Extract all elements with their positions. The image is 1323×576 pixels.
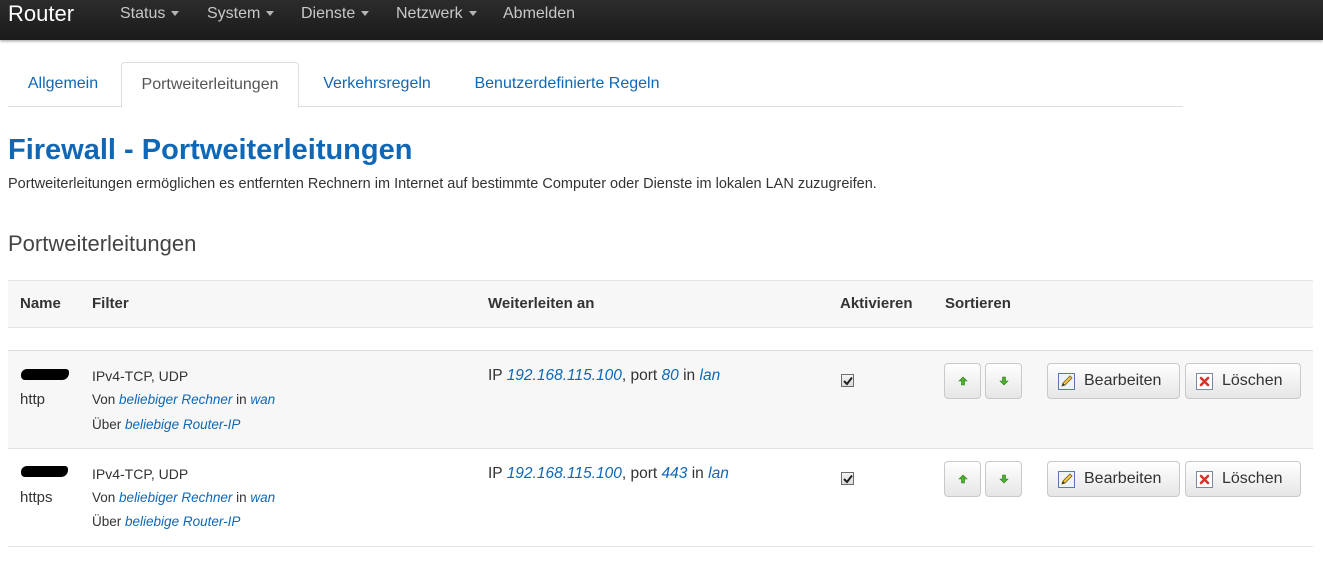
forward-target: IP 192.168.115.100, port 443 in lan [488,465,729,482]
move-down-button[interactable] [985,461,1022,497]
filter-from: Von beliebiger Rechner in wan [92,392,276,407]
nav-status[interactable]: Status [120,0,180,28]
edit-icon [1058,373,1075,390]
arrow-down-icon [999,474,1009,484]
from-zone-link[interactable]: wan [250,490,275,505]
forward-zone-link[interactable]: lan [700,367,721,384]
delete-button[interactable]: Löschen [1185,461,1301,497]
from-zone-link[interactable]: wan [250,392,275,407]
filter-via: Über beliebige Router-IP [92,514,241,529]
caret-down-icon [171,11,180,17]
filter-via: Über beliebige Router-IP [92,417,241,432]
filter-proto: IPv4-TCP, UDP [92,368,189,384]
rule-name: http [20,391,46,408]
nav-dienste[interactable]: Dienste [301,0,370,28]
move-up-button[interactable] [944,363,981,399]
forward-ip-link[interactable]: 192.168.115.100 [507,367,622,384]
forward-port-link[interactable]: 80 [662,367,679,384]
via-ip-link[interactable]: beliebige Router-IP [125,514,240,529]
delete-icon [1196,471,1213,488]
table-row: https IPv4-TCP, UDP Von beliebiger Rechn… [8,449,1313,547]
redacted-name [21,466,68,477]
table-header: Name Filter Weiterleiten an Aktivieren S… [8,280,1313,328]
header-forward: Weiterleiten an [488,295,595,312]
header-name: Name [20,295,61,312]
table-row: http IPv4-TCP, UDP Von beliebiger Rechne… [8,351,1313,449]
caret-down-icon [361,11,370,17]
tab-verkehrsregeln[interactable]: Verkehrsregeln [302,62,452,106]
tab-benutzerdefinierte-regeln[interactable]: Benutzerdefinierte Regeln [456,62,678,106]
caret-down-icon [468,11,477,17]
move-down-button[interactable] [985,363,1022,399]
edit-button[interactable]: Bearbeiten [1047,461,1180,497]
arrow-down-icon [999,376,1009,386]
move-up-button[interactable] [944,461,981,497]
forward-ip-link[interactable]: 192.168.115.100 [507,465,622,482]
from-host-link[interactable]: beliebiger Rechner [119,392,232,407]
check-icon [843,474,853,484]
redacted-name [21,369,69,380]
nav-netzwerk[interactable]: Netzwerk [396,0,477,28]
check-icon [843,376,853,386]
caret-down-icon [266,11,275,17]
section-title: Portweiterleitungen [8,231,197,256]
from-host-link[interactable]: beliebiger Rechner [119,490,232,505]
page-description: Portweiterleitungen ermöglichen es entfe… [8,176,877,192]
header-sort: Sortieren [945,295,1011,312]
tab-portweiterleitungen[interactable]: Portweiterleitungen [121,62,299,108]
tab-allgemein[interactable]: Allgemein [8,62,118,106]
header-enable: Aktivieren [840,295,913,312]
forward-zone-link[interactable]: lan [708,465,729,482]
forward-port-link[interactable]: 443 [662,465,688,482]
nav-system[interactable]: System [207,0,275,28]
arrow-up-icon [958,474,968,484]
rule-name: https [20,489,53,506]
page-title: Firewall - Portweiterleitungen [8,134,413,166]
edit-button[interactable]: Bearbeiten [1047,363,1180,399]
delete-icon [1196,373,1213,390]
filter-from: Von beliebiger Rechner in wan [92,490,276,505]
edit-icon [1058,471,1075,488]
navbar: Router Status System Dienste Netzwerk Ab… [0,0,1323,40]
nav-abmelden[interactable]: Abmelden [503,0,575,28]
brand[interactable]: Router [8,0,74,28]
forward-target: IP 192.168.115.100, port 80 in lan [488,367,721,384]
header-filter: Filter [92,295,129,312]
delete-button[interactable]: Löschen [1185,363,1301,399]
via-ip-link[interactable]: beliebige Router-IP [125,417,240,432]
enable-checkbox[interactable] [841,374,854,387]
enable-checkbox[interactable] [841,472,854,485]
filter-proto: IPv4-TCP, UDP [92,466,189,482]
arrow-up-icon [958,376,968,386]
